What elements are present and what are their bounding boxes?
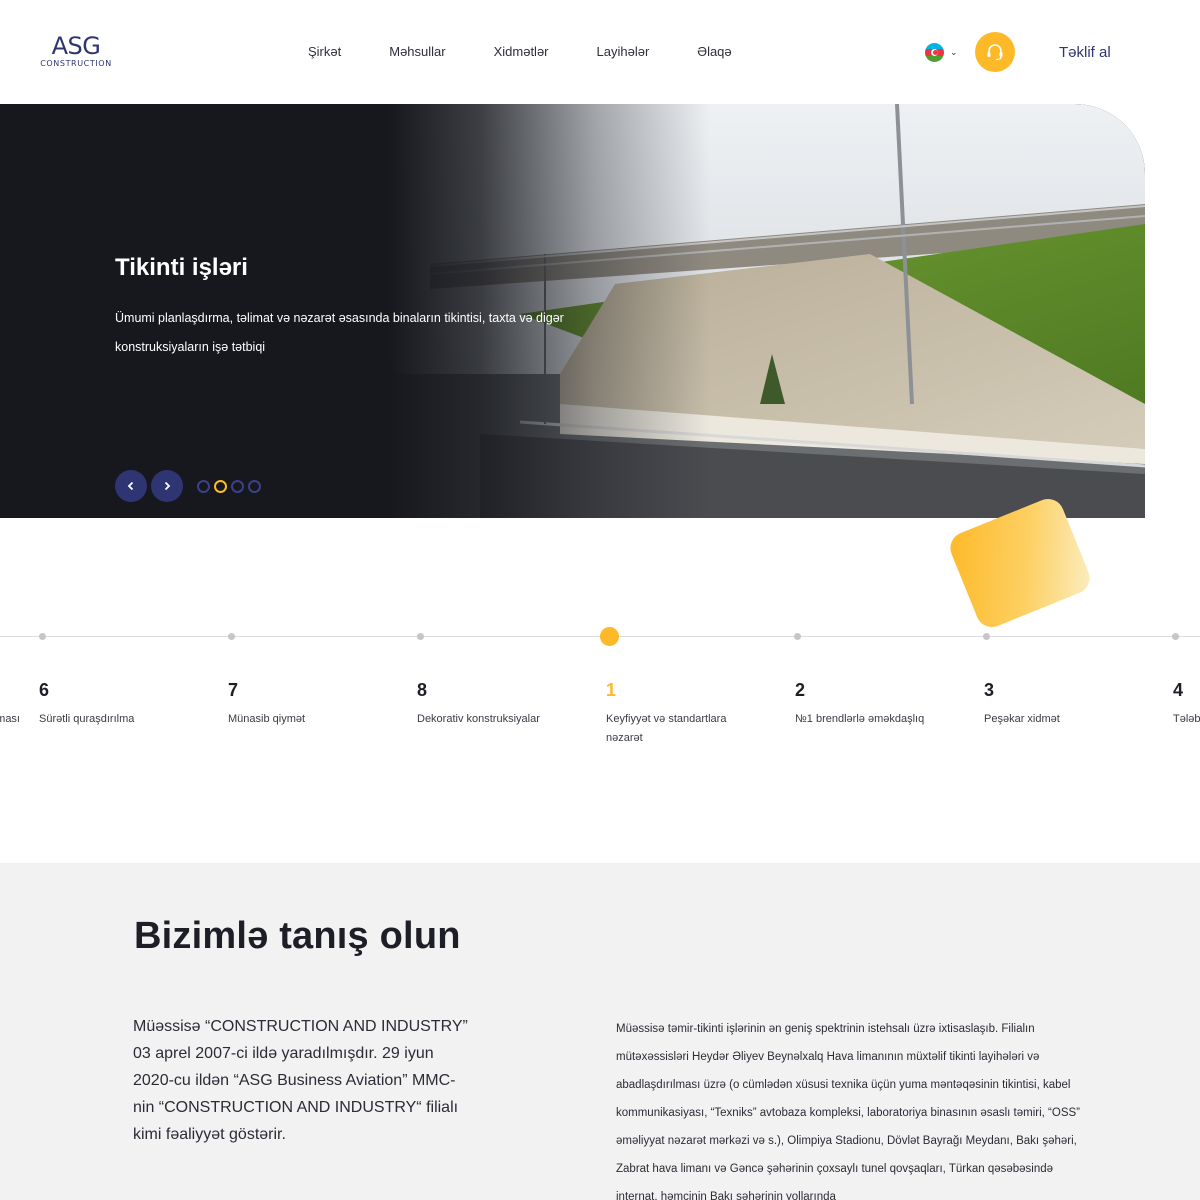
logo-subtitle: CONSTRUCTION xyxy=(40,59,112,68)
timeline-label: Sürətli quraşdırılma xyxy=(39,713,135,725)
slider-pagination xyxy=(197,480,265,493)
nav-contact[interactable]: Əlaqə xyxy=(697,44,731,59)
advantages-timeline: ması 6 Sürətli quraşdırılma 7 Münasib qi… xyxy=(0,560,1200,760)
nav-company[interactable]: Şirkət xyxy=(308,44,341,59)
timeline-number: 7 xyxy=(228,680,239,700)
timeline-dot[interactable] xyxy=(983,633,990,640)
language-selector[interactable]: ⌄ xyxy=(925,43,958,62)
hero-title: Tikinti işləri xyxy=(115,254,248,281)
main-nav: Şirkət Məhsullar Xidmətlər Layihələr Əla… xyxy=(308,44,780,59)
slider-dot[interactable] xyxy=(248,480,261,493)
timeline-dot[interactable] xyxy=(1172,633,1179,640)
logo-mark: ASG xyxy=(51,32,101,60)
timeline-number: 4 xyxy=(1173,680,1184,700)
timeline-number: 8 xyxy=(417,680,428,700)
timeline-number: 6 xyxy=(39,680,50,700)
timeline-label: Peşəkar xidmət xyxy=(984,713,1060,725)
timeline-label-active: Keyfiyyət və standartlara nəzarət xyxy=(606,713,727,744)
slider-next-button[interactable] xyxy=(151,470,183,502)
site-header: ASG CONSTRUCTION Şirkət Məhsullar Xidmət… xyxy=(0,0,1200,104)
chevron-down-icon: ⌄ xyxy=(950,47,958,57)
timeline-label: №1 brendlərlə əməkdaşlıq xyxy=(795,713,925,725)
timeline-dot[interactable] xyxy=(417,633,424,640)
about-body: Müəssisə təmir-tikinti işlərinin ən geni… xyxy=(616,1023,1081,1200)
azerbaijan-flag-icon xyxy=(925,43,944,62)
support-button[interactable] xyxy=(975,32,1015,72)
hero-description: Ümumi planlaşdırma, təlimat və nəzarət ə… xyxy=(115,311,564,354)
logo[interactable]: ASG CONSTRUCTION xyxy=(40,34,112,74)
timeline-label: Münasib qiymət xyxy=(228,713,306,725)
timeline-dot[interactable] xyxy=(39,633,46,640)
slider-dot[interactable] xyxy=(231,480,244,493)
chevron-right-icon xyxy=(164,481,171,491)
chevron-left-icon xyxy=(127,481,134,491)
timeline-label: Tələb xyxy=(1173,713,1200,725)
nav-projects[interactable]: Layihələr xyxy=(597,44,650,59)
timeline-number: 2 xyxy=(795,680,806,700)
about-lead: Müəssisə “CONSTRUCTION AND INDUSTRY” 03 … xyxy=(133,1018,468,1143)
nav-services[interactable]: Xidmətlər xyxy=(494,44,549,59)
nav-products[interactable]: Məhsullar xyxy=(389,44,445,59)
timeline-number-active: 1 xyxy=(606,680,617,700)
timeline-dot-active[interactable] xyxy=(600,627,619,646)
timeline-number: 3 xyxy=(984,680,995,700)
slider-dot[interactable] xyxy=(197,480,210,493)
timeline-dot[interactable] xyxy=(228,633,235,640)
headset-icon xyxy=(987,44,1003,61)
timeline-label: ması xyxy=(0,713,20,725)
slider-prev-button[interactable] xyxy=(115,470,147,502)
about-section: Bizimlə tanış olun Müəssisə “CONSTRUCTIO… xyxy=(0,863,1200,1200)
slider-dot-active[interactable] xyxy=(214,480,227,493)
timeline-dot[interactable] xyxy=(794,633,801,640)
about-title: Bizimlə tanış olun xyxy=(134,915,461,957)
timeline-label: Dekorativ konstruksiyalar xyxy=(417,713,540,725)
request-quote-link[interactable]: Təklif al xyxy=(1059,44,1111,61)
hero-slider: Tikinti işləri Ümumi planlaşdırma, təlim… xyxy=(0,104,1145,518)
